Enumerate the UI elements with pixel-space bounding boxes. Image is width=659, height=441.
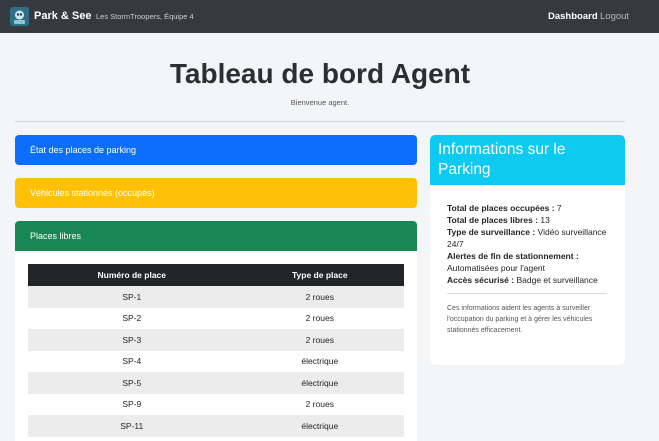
column-header-spot-number: Numéro de place — [28, 264, 236, 286]
parking-info-title: Informations sur le Parking — [430, 135, 625, 185]
panel-free-spots[interactable]: Places libres — [15, 221, 417, 251]
header-divider — [15, 121, 625, 122]
info-label: Type de surveillance : — [447, 227, 536, 237]
spot-type-cell: 2 roues — [235, 307, 404, 329]
spot-type-cell: électrique — [235, 415, 404, 437]
table-row: SP-3 2 roues — [28, 329, 404, 351]
spot-type-cell: électrique — [235, 350, 404, 372]
panel-occupied-vehicles-label: Véhicules stationnés (occupés) — [30, 188, 155, 198]
info-value: 13 — [540, 215, 550, 225]
column-header-spot-type: Type de place — [235, 264, 404, 286]
parking-robot-logo-icon[interactable] — [10, 7, 29, 26]
table-row: SP-4 électrique — [28, 350, 404, 372]
welcome-text: Bienvenue agent. — [290, 98, 350, 107]
info-label: Alertes de fin de stationnement : — [447, 251, 579, 261]
page-title: Tableau de bord Agent — [169, 58, 471, 89]
info-item-alerts: Alertes de fin de stationnement : Automa… — [447, 250, 615, 274]
parking-info-card: Informations sur le Parking Total de pla… — [430, 135, 625, 365]
info-value: 7 — [556, 203, 562, 213]
spot-number-cell: SP-4 — [28, 350, 236, 372]
spot-type-cell: 2 roues — [235, 329, 404, 351]
table-row: SP-5 électrique — [28, 372, 404, 394]
table-row: SP-11 électrique — [28, 415, 404, 437]
info-item-occupied: Total de places occupées : 7 — [447, 202, 615, 214]
info-value: Automatisées pour l'agent — [447, 263, 546, 273]
spot-number-cell: SP-2 — [28, 307, 236, 329]
nav-link-dashboard[interactable]: Dashboard — [548, 11, 598, 22]
info-item-access: Accès sécurisé : Badge et surveillance — [447, 274, 615, 286]
info-label: Accès sécurisé : — [447, 275, 515, 285]
nav-link-logout[interactable]: Logout — [600, 11, 629, 22]
panel-occupied-vehicles[interactable]: Véhicules stationnés (occupés) — [15, 178, 417, 208]
table-row: SP-1 2 roues — [28, 286, 404, 308]
panel-free-spots-label: Places libres — [30, 231, 82, 241]
spot-type-cell: 2 roues — [235, 286, 404, 308]
spot-number-cell: SP-3 — [28, 329, 236, 351]
spot-number-cell: SP-1 — [28, 286, 236, 308]
info-label: Total de places libres : — [447, 215, 539, 225]
info-item-surveillance: Type de surveillance : Vidéo surveillanc… — [447, 226, 615, 250]
spot-type-cell: 2 roues — [235, 393, 404, 415]
team-label: Les StormTroopers, Équipe 4 — [96, 12, 194, 21]
info-label: Total de places occupées : — [447, 203, 555, 213]
spot-number-cell: SP-5 — [28, 372, 236, 394]
free-spots-table: Numéro de place Type de place SP-1 2 roue… — [28, 264, 404, 437]
panel-parking-status-label: État des places de parking — [30, 145, 137, 155]
table-row: SP-9 2 roues — [28, 393, 404, 415]
panel-parking-status[interactable]: État des places de parking — [15, 135, 417, 165]
free-spots-panel-body: Numéro de place Type de place SP-1 2 roue… — [15, 251, 417, 441]
info-item-free: Total de places libres : 13 — [447, 214, 615, 226]
info-divider — [447, 293, 607, 294]
info-note: Ces informations aident les agents à sur… — [447, 305, 593, 334]
info-value: Badge et surveillance — [516, 275, 598, 285]
top-navbar: Park & See Les StormTroopers, Équipe 4 D… — [0, 0, 659, 33]
spot-type-cell: électrique — [235, 372, 404, 394]
spot-number-cell: SP-9 — [28, 393, 236, 415]
table-header-row: Numéro de place Type de place — [28, 264, 404, 286]
parking-info-body: Total de places occupées : 7 Total de pl… — [430, 185, 615, 336]
spot-number-cell: SP-11 — [28, 415, 236, 437]
brand-name[interactable]: Park & See — [34, 10, 91, 22]
table-row: SP-2 2 roues — [28, 307, 404, 329]
